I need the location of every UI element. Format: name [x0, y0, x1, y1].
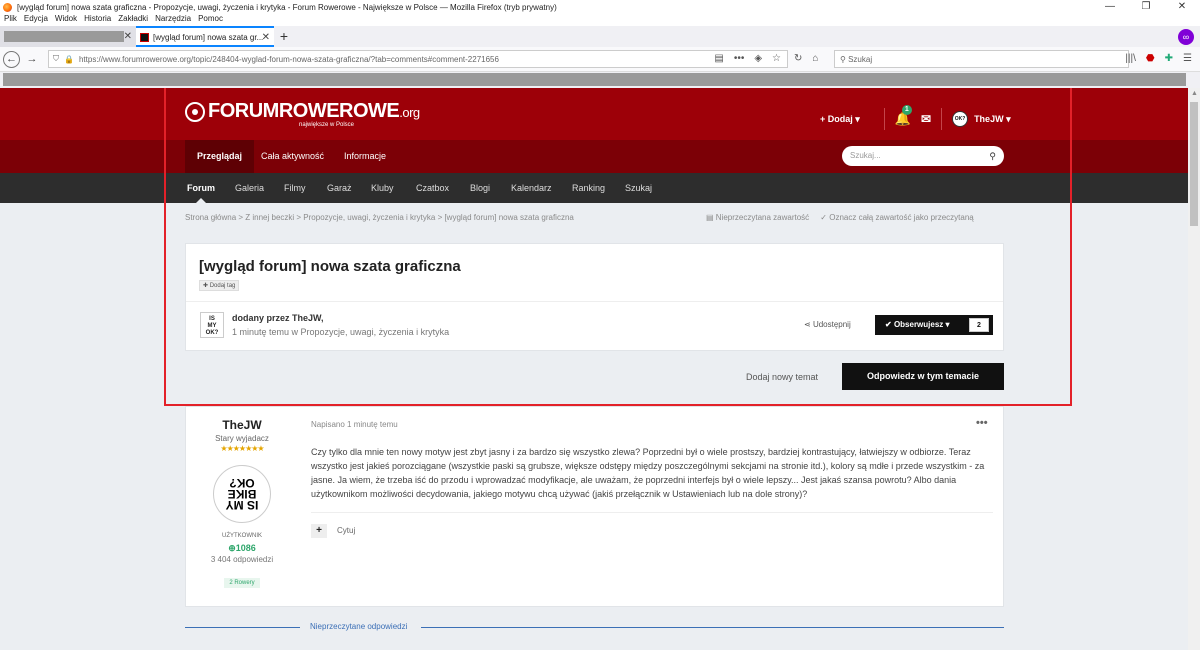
extension-icon[interactable]: ✚ [1165, 53, 1173, 64]
private-browsing-icon: ∞ [1178, 29, 1194, 45]
pocket-icon[interactable]: ◈ [754, 53, 762, 64]
firefox-icon [3, 2, 12, 12]
shield-icon[interactable]: ⛉ [53, 54, 59, 64]
close-window-icon[interactable]: ✕ [1164, 0, 1200, 14]
close-tab-icon[interactable]: ✕ [262, 32, 270, 43]
post-author-panel: TheJW Stary wyjadacz ★★★★★★★ IS MY BIKE … [186, 407, 298, 588]
reputation: ⊕1086 [228, 543, 256, 553]
redacted-block [3, 73, 1186, 86]
menu-help[interactable]: Pomoc [198, 14, 223, 26]
bikes-badge[interactable]: 2 Rowery [224, 578, 260, 588]
reader-view-icon[interactable]: ▤ [714, 53, 723, 64]
redacted-block [4, 31, 124, 42]
post-card: TheJW Stary wyjadacz ★★★★★★★ IS MY BIKE … [185, 406, 1004, 607]
tab-active-label: [wygląd forum] nowa szata gr... [153, 33, 264, 42]
unread-replies-separator: Nieprzeczytane odpowiedzi [185, 622, 1004, 634]
menu-view[interactable]: Widok [55, 14, 77, 26]
search-placeholder: Szukaj [848, 54, 873, 64]
quote-button[interactable]: Cytuj [337, 526, 355, 535]
tab-redacted[interactable]: ✕ [0, 26, 136, 47]
menu-history[interactable]: Historia [84, 14, 111, 26]
post-author-rank: Stary wyjadacz [215, 434, 269, 443]
window-titlebar: [wygląd forum] nowa szata graficzna - Pr… [0, 0, 1200, 14]
library-icon[interactable]: |||\ [1125, 53, 1136, 64]
post-author-role: UŻYTKOWNIK [222, 533, 262, 539]
menu-file[interactable]: Plik [4, 14, 17, 26]
menu-edit[interactable]: Edycja [24, 14, 48, 26]
url-bar[interactable]: ⛉ 🔒 https://www.forumrowerowe.org/topic/… [48, 50, 788, 68]
site-favicon [140, 33, 149, 42]
reply-count: 3 404 odpowiedzi [210, 555, 274, 564]
back-icon[interactable]: ← [3, 50, 20, 68]
multiquote-plus-icon[interactable]: + [311, 524, 327, 538]
post-body: Czy tylko dla mnie ten nowy motyw jest z… [311, 447, 985, 499]
vertical-scrollbar[interactable]: ▲ [1188, 88, 1200, 650]
scroll-up-icon[interactable]: ▲ [1191, 90, 1198, 97]
post-author-avatar[interactable]: IS MY BIKE OK? [213, 465, 271, 523]
menu-bookmarks[interactable]: Zakładki [118, 14, 148, 26]
bookmarks-bar [0, 72, 1200, 88]
scrollbar-thumb[interactable] [1190, 102, 1198, 226]
rank-stars: ★★★★★★★ [220, 444, 264, 453]
reload-icon[interactable]: ↻ [794, 53, 802, 64]
tab-bar: ✕ [wygląd forum] nowa szata gr... ✕ + [0, 26, 1200, 47]
divider [185, 627, 300, 628]
home-icon[interactable]: ⌂ [812, 53, 818, 64]
reputation-value: 1086 [235, 543, 256, 553]
close-tab-icon[interactable]: ✕ [124, 31, 132, 42]
web-page: FORUMROWEROWE.org największe w Polsce + … [0, 88, 1188, 650]
post-options-icon[interactable]: ••• [976, 417, 988, 429]
post-date: Napisano 1 minutę temu [311, 420, 398, 429]
url-text: https://www.forumrowerowe.org/topic/2484… [78, 54, 499, 64]
adblock-icon[interactable]: ⬣ [1146, 53, 1155, 64]
divider [421, 627, 1004, 628]
search-icon: ⚲ [840, 54, 849, 64]
lock-icon[interactable]: 🔒 [64, 55, 74, 64]
tab-active[interactable]: [wygląd forum] nowa szata gr... ✕ [136, 26, 274, 47]
hamburger-menu-icon[interactable]: ☰ [1183, 53, 1192, 64]
window-title: [wygląd forum] nowa szata graficzna - Pr… [17, 2, 557, 12]
post-author-name[interactable]: TheJW [186, 418, 298, 432]
forward-icon[interactable]: → [23, 50, 41, 68]
new-tab-icon[interactable]: + [274, 26, 294, 47]
page-actions-icon[interactable]: ••• [734, 53, 745, 64]
menu-bar: Plik Edycja Widok Historia Zakładki Narz… [0, 14, 1200, 26]
bookmark-star-icon[interactable]: ☆ [772, 53, 781, 64]
menu-tools[interactable]: Narzędzia [155, 14, 191, 26]
minimize-icon[interactable]: — [1092, 0, 1128, 14]
divider [311, 512, 993, 513]
unread-replies-label: Nieprzeczytane odpowiedzi [310, 622, 408, 631]
restore-icon[interactable]: ❐ [1128, 0, 1164, 14]
nav-toolbar: ← → ⛉ 🔒 https://www.forumrowerowe.org/to… [0, 47, 1200, 72]
highlight-box [164, 88, 1072, 406]
browser-search-field[interactable]: ⚲ Szukaj [834, 50, 1129, 68]
